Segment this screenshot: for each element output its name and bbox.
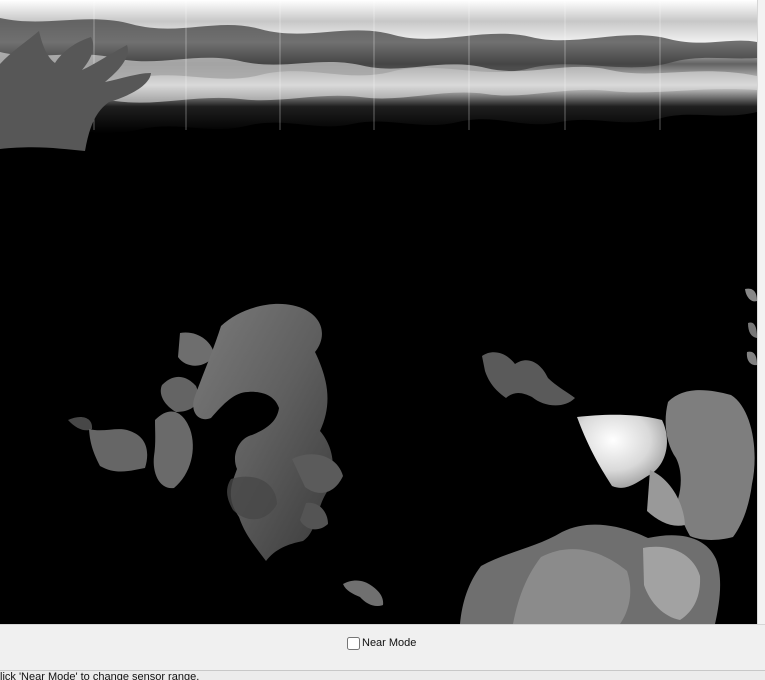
depth-viewer-window: Near Mode lick 'Near Mode' to change sen… bbox=[0, 0, 765, 680]
control-panel: Near Mode bbox=[0, 624, 765, 670]
status-bar: lick 'Near Mode' to change sensor range. bbox=[0, 670, 765, 680]
status-text: lick 'Near Mode' to change sensor range. bbox=[0, 671, 200, 680]
depth-image bbox=[0, 0, 757, 624]
depth-image-view bbox=[0, 0, 757, 624]
near-mode-checkbox[interactable] bbox=[347, 636, 360, 650]
near-mode-label: Near Mode bbox=[362, 637, 417, 649]
near-mode-toggle[interactable]: Near Mode bbox=[347, 635, 416, 651]
right-window-edge bbox=[757, 0, 765, 624]
